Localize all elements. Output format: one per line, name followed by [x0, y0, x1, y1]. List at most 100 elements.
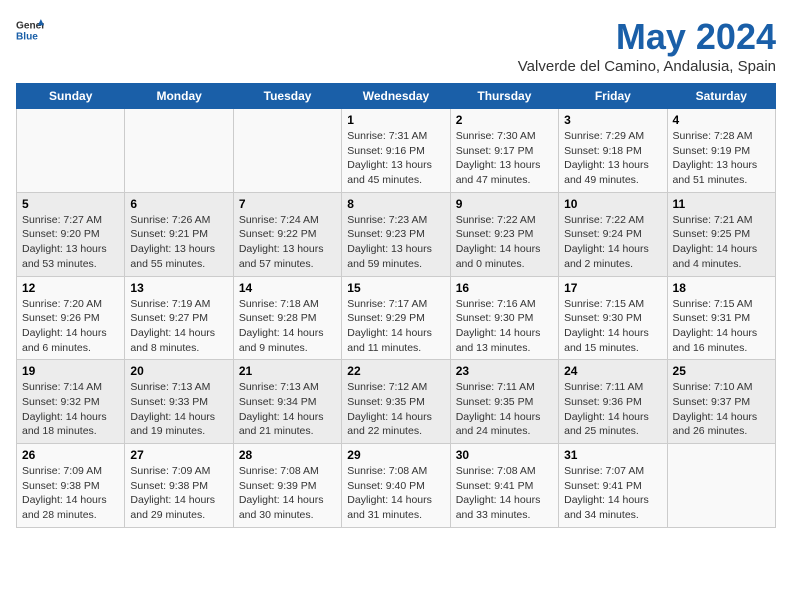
day-number: 7 [239, 197, 336, 211]
day-detail: Sunrise: 7:14 AM Sunset: 9:32 PM Dayligh… [22, 380, 119, 439]
day-number: 31 [564, 448, 661, 462]
weekday-sunday: Sunday [17, 84, 125, 109]
calendar-cell: 22 Sunrise: 7:12 AM Sunset: 9:35 PM Dayli… [342, 360, 450, 444]
calendar-cell: 27 Sunrise: 7:09 AM Sunset: 9:38 PM Dayli… [125, 444, 233, 528]
weekday-header-row: SundayMondayTuesdayWednesdayThursdayFrid… [17, 84, 776, 109]
day-detail: Sunrise: 7:17 AM Sunset: 9:29 PM Dayligh… [347, 297, 444, 356]
calendar-cell: 30 Sunrise: 7:08 AM Sunset: 9:41 PM Dayli… [450, 444, 558, 528]
day-detail: Sunrise: 7:29 AM Sunset: 9:18 PM Dayligh… [564, 129, 661, 188]
calendar-cell [125, 109, 233, 193]
calendar-cell: 15 Sunrise: 7:17 AM Sunset: 9:29 PM Dayli… [342, 276, 450, 360]
week-row-3: 12 Sunrise: 7:20 AM Sunset: 9:26 PM Dayli… [17, 276, 776, 360]
day-detail: Sunrise: 7:13 AM Sunset: 9:34 PM Dayligh… [239, 380, 336, 439]
day-detail: Sunrise: 7:08 AM Sunset: 9:40 PM Dayligh… [347, 464, 444, 523]
day-detail: Sunrise: 7:11 AM Sunset: 9:36 PM Dayligh… [564, 380, 661, 439]
calendar-cell: 5 Sunrise: 7:27 AM Sunset: 9:20 PM Daylig… [17, 192, 125, 276]
day-detail: Sunrise: 7:09 AM Sunset: 9:38 PM Dayligh… [130, 464, 227, 523]
day-number: 30 [456, 448, 553, 462]
calendar-cell: 4 Sunrise: 7:28 AM Sunset: 9:19 PM Daylig… [667, 109, 775, 193]
day-number: 21 [239, 364, 336, 378]
day-number: 22 [347, 364, 444, 378]
calendar-cell: 11Sunrise: 7:21 AM Sunset: 9:25 PM Dayli… [667, 192, 775, 276]
subtitle: Valverde del Camino, Andalusia, Spain [518, 58, 776, 75]
page-header: General Blue May 2024 Valverde del Camin… [16, 16, 776, 75]
day-detail: Sunrise: 7:18 AM Sunset: 9:28 PM Dayligh… [239, 297, 336, 356]
calendar-cell: 13 Sunrise: 7:19 AM Sunset: 9:27 PM Dayli… [125, 276, 233, 360]
calendar-cell: 21 Sunrise: 7:13 AM Sunset: 9:34 PM Dayli… [233, 360, 341, 444]
day-number: 5 [22, 197, 119, 211]
day-number: 4 [673, 113, 770, 127]
day-number: 11 [673, 197, 770, 211]
day-detail: Sunrise: 7:19 AM Sunset: 9:27 PM Dayligh… [130, 297, 227, 356]
calendar-cell: 7 Sunrise: 7:24 AM Sunset: 9:22 PM Daylig… [233, 192, 341, 276]
week-row-2: 5 Sunrise: 7:27 AM Sunset: 9:20 PM Daylig… [17, 192, 776, 276]
week-row-5: 26Sunrise: 7:09 AM Sunset: 9:38 PM Dayli… [17, 444, 776, 528]
day-detail: Sunrise: 7:09 AM Sunset: 9:38 PM Dayligh… [22, 464, 119, 523]
day-detail: Sunrise: 7:28 AM Sunset: 9:19 PM Dayligh… [673, 129, 770, 188]
calendar-cell: 31 Sunrise: 7:07 AM Sunset: 9:41 PM Dayli… [559, 444, 667, 528]
day-number: 2 [456, 113, 553, 127]
day-detail: Sunrise: 7:15 AM Sunset: 9:30 PM Dayligh… [564, 297, 661, 356]
calendar-header: SundayMondayTuesdayWednesdayThursdayFrid… [17, 84, 776, 109]
calendar-cell: 29 Sunrise: 7:08 AM Sunset: 9:40 PM Dayli… [342, 444, 450, 528]
calendar-cell: 28 Sunrise: 7:08 AM Sunset: 9:39 PM Dayli… [233, 444, 341, 528]
day-detail: Sunrise: 7:22 AM Sunset: 9:24 PM Dayligh… [564, 213, 661, 272]
week-row-4: 19 Sunrise: 7:14 AM Sunset: 9:32 PM Dayli… [17, 360, 776, 444]
calendar-cell: 20Sunrise: 7:13 AM Sunset: 9:33 PM Dayli… [125, 360, 233, 444]
day-number: 24 [564, 364, 661, 378]
day-number: 15 [347, 281, 444, 295]
weekday-saturday: Saturday [667, 84, 775, 109]
day-number: 9 [456, 197, 553, 211]
day-number: 29 [347, 448, 444, 462]
day-detail: Sunrise: 7:10 AM Sunset: 9:37 PM Dayligh… [673, 380, 770, 439]
day-number: 3 [564, 113, 661, 127]
week-row-1: 1 Sunrise: 7:31 AM Sunset: 9:16 PM Daylig… [17, 109, 776, 193]
day-number: 14 [239, 281, 336, 295]
day-detail: Sunrise: 7:15 AM Sunset: 9:31 PM Dayligh… [673, 297, 770, 356]
logo-icon: General Blue [16, 16, 44, 44]
day-number: 6 [130, 197, 227, 211]
day-number: 18 [673, 281, 770, 295]
day-detail: Sunrise: 7:30 AM Sunset: 9:17 PM Dayligh… [456, 129, 553, 188]
calendar-cell: 2 Sunrise: 7:30 AM Sunset: 9:17 PM Daylig… [450, 109, 558, 193]
logo: General Blue [16, 16, 44, 44]
calendar-cell: 17 Sunrise: 7:15 AM Sunset: 9:30 PM Dayli… [559, 276, 667, 360]
calendar-cell [17, 109, 125, 193]
calendar-cell: 10Sunrise: 7:22 AM Sunset: 9:24 PM Dayli… [559, 192, 667, 276]
calendar-table: SundayMondayTuesdayWednesdayThursdayFrid… [16, 83, 776, 528]
day-detail: Sunrise: 7:23 AM Sunset: 9:23 PM Dayligh… [347, 213, 444, 272]
day-number: 12 [22, 281, 119, 295]
calendar-cell: 18 Sunrise: 7:15 AM Sunset: 9:31 PM Dayli… [667, 276, 775, 360]
calendar-cell: 14 Sunrise: 7:18 AM Sunset: 9:28 PM Dayli… [233, 276, 341, 360]
day-detail: Sunrise: 7:08 AM Sunset: 9:41 PM Dayligh… [456, 464, 553, 523]
calendar-cell [233, 109, 341, 193]
weekday-wednesday: Wednesday [342, 84, 450, 109]
day-number: 13 [130, 281, 227, 295]
weekday-friday: Friday [559, 84, 667, 109]
day-detail: Sunrise: 7:08 AM Sunset: 9:39 PM Dayligh… [239, 464, 336, 523]
calendar-cell: 25Sunrise: 7:10 AM Sunset: 9:37 PM Dayli… [667, 360, 775, 444]
day-number: 16 [456, 281, 553, 295]
main-title: May 2024 [518, 16, 776, 58]
calendar-cell [667, 444, 775, 528]
day-detail: Sunrise: 7:31 AM Sunset: 9:16 PM Dayligh… [347, 129, 444, 188]
day-number: 19 [22, 364, 119, 378]
weekday-tuesday: Tuesday [233, 84, 341, 109]
day-detail: Sunrise: 7:27 AM Sunset: 9:20 PM Dayligh… [22, 213, 119, 272]
day-number: 1 [347, 113, 444, 127]
day-number: 28 [239, 448, 336, 462]
day-number: 27 [130, 448, 227, 462]
day-detail: Sunrise: 7:07 AM Sunset: 9:41 PM Dayligh… [564, 464, 661, 523]
calendar-cell: 16 Sunrise: 7:16 AM Sunset: 9:30 PM Dayli… [450, 276, 558, 360]
day-detail: Sunrise: 7:16 AM Sunset: 9:30 PM Dayligh… [456, 297, 553, 356]
weekday-monday: Monday [125, 84, 233, 109]
calendar-cell: 12 Sunrise: 7:20 AM Sunset: 9:26 PM Dayli… [17, 276, 125, 360]
calendar-cell: 23Sunrise: 7:11 AM Sunset: 9:35 PM Dayli… [450, 360, 558, 444]
calendar-cell: 3 Sunrise: 7:29 AM Sunset: 9:18 PM Daylig… [559, 109, 667, 193]
calendar-cell: 26Sunrise: 7:09 AM Sunset: 9:38 PM Dayli… [17, 444, 125, 528]
day-number: 8 [347, 197, 444, 211]
day-detail: Sunrise: 7:20 AM Sunset: 9:26 PM Dayligh… [22, 297, 119, 356]
day-detail: Sunrise: 7:24 AM Sunset: 9:22 PM Dayligh… [239, 213, 336, 272]
day-detail: Sunrise: 7:12 AM Sunset: 9:35 PM Dayligh… [347, 380, 444, 439]
day-number: 17 [564, 281, 661, 295]
